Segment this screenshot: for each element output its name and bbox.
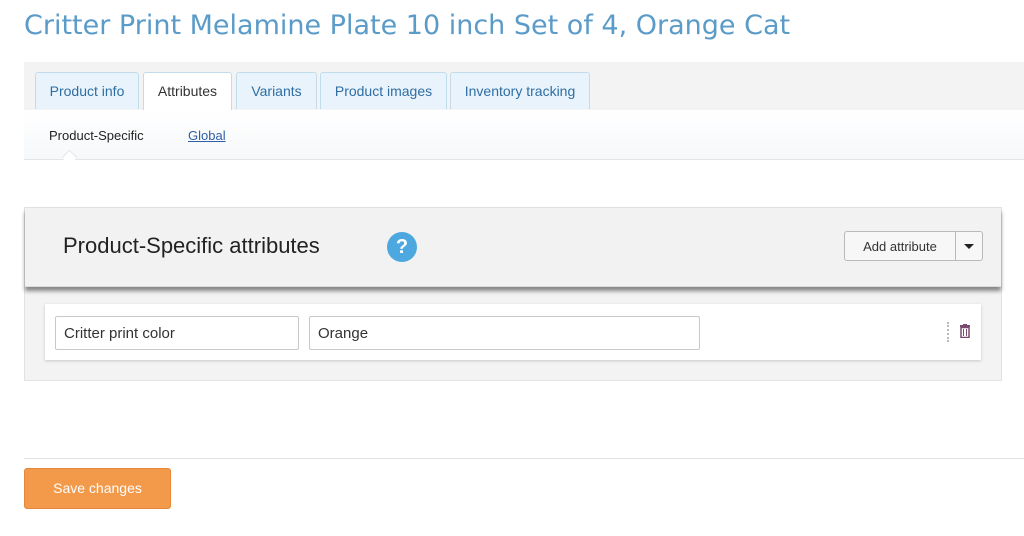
attribute-row [45,304,981,360]
footer-divider [24,458,1024,459]
subtab-global[interactable]: Global [188,128,226,143]
tab-attributes[interactable]: Attributes [143,72,232,110]
tab-bar: Product info Attributes Variants Product… [24,62,1024,111]
tab-product-images[interactable]: Product images [320,72,447,109]
sub-tab-bar: Product-Specific Global [24,110,1024,160]
attributes-panel: Product-Specific attributes ? Add attrib… [24,207,1002,381]
tab-inventory-tracking[interactable]: Inventory tracking [450,72,590,109]
tab-product-info[interactable]: Product info [35,72,139,109]
page-title: Critter Print Melamine Plate 10 inch Set… [24,10,791,41]
chevron-down-icon[interactable] [955,231,983,261]
drag-handle-icon[interactable] [947,322,951,342]
add-attribute-button[interactable]: Add attribute [844,231,956,261]
trash-icon[interactable] [959,324,971,338]
tab-variants[interactable]: Variants [236,72,317,109]
attribute-name-input[interactable] [55,316,299,350]
panel-header: Product-Specific attributes ? Add attrib… [25,208,1001,287]
panel-title: Product-Specific attributes [63,233,320,258]
subtab-product-specific[interactable]: Product-Specific [49,128,144,143]
attribute-value-input[interactable] [309,316,700,350]
help-icon[interactable]: ? [387,232,417,262]
save-changes-button[interactable]: Save changes [24,468,171,509]
